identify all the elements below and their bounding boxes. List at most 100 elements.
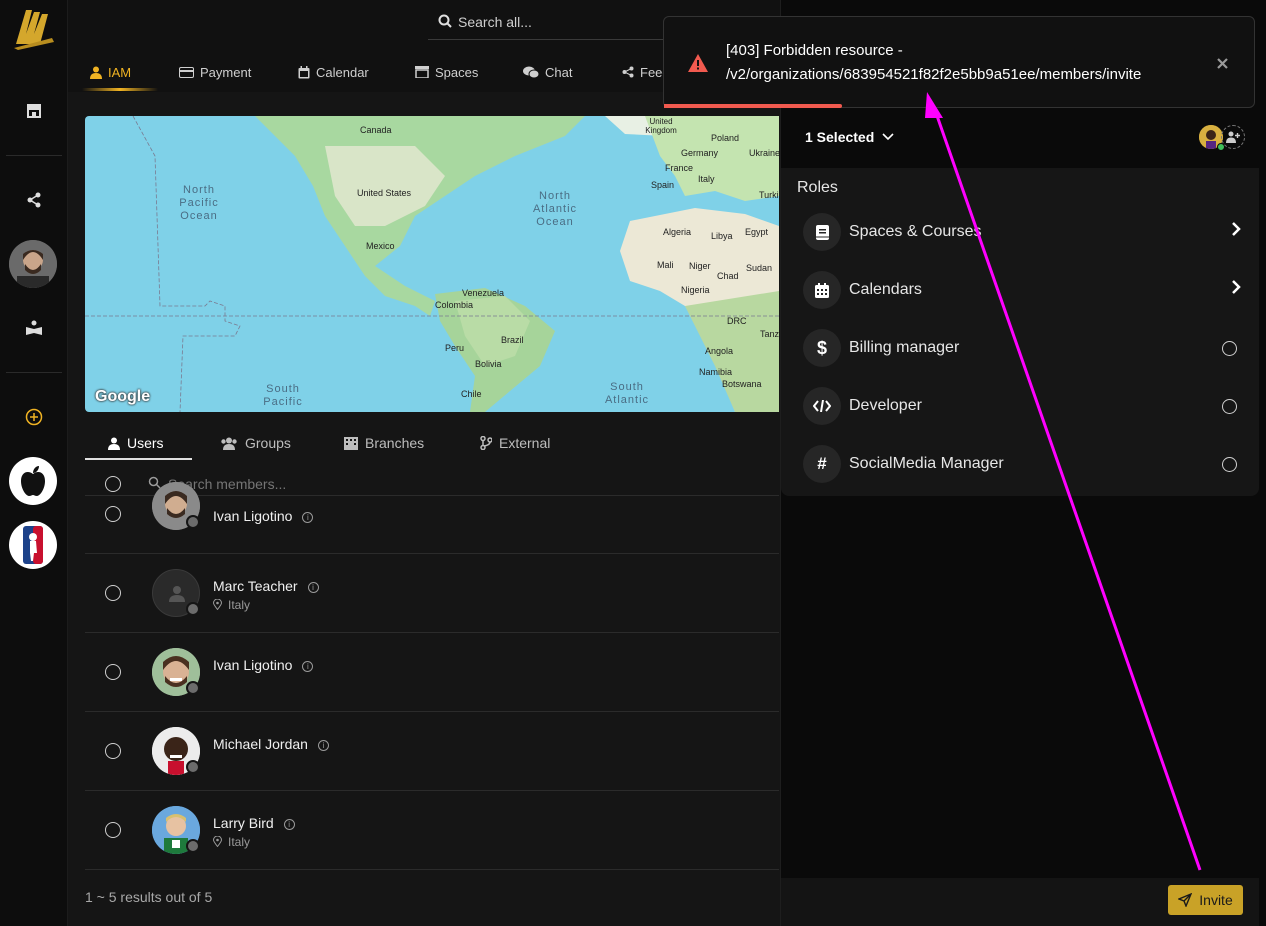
chevron-right-icon [1231,279,1241,300]
google-logo: Google [95,388,151,405]
user-icon [108,437,120,450]
table-row[interactable]: Marc Teacher i Italy [85,554,779,633]
selected-dropdown[interactable]: 1 Selected [805,129,894,145]
map-country-label: Colombia [435,300,474,310]
location-pin-icon [212,835,223,848]
toast-message-line1: [403] Forbidden resource - [726,42,903,59]
role-radio[interactable] [1222,399,1237,414]
tab-label: External [499,435,551,451]
tab-branches[interactable]: Branches [344,435,424,451]
role-label: Spaces & Courses [849,223,982,240]
role-radio[interactable] [1222,457,1237,472]
row-checkbox[interactable] [105,743,121,759]
learning-icon[interactable] [16,310,52,346]
role-developer[interactable]: Developer [803,387,1243,425]
tab-iam[interactable]: IAM [90,62,131,82]
map-country-label: Mexico [366,241,395,251]
calendar-icon [803,271,841,309]
status-indicator [186,681,200,695]
row-checkbox[interactable] [105,822,121,838]
member-name-row: Ivan Ligotino i [213,508,314,524]
tab-payment[interactable]: Payment [179,62,251,82]
table-row[interactable]: Ivan Ligotino i [85,482,779,554]
location-pin-icon [212,598,223,611]
tab-chat[interactable]: Chat [523,62,572,82]
app-logo[interactable] [12,4,56,50]
map-country-label: United Kingdom [645,117,677,135]
chevron-right-icon [1231,221,1241,242]
share-icon[interactable] [16,182,52,218]
apple-organization-icon[interactable] [9,457,57,505]
map-ocean-label: North Pacific Ocean [179,184,219,222]
toast-message-line2: /v2/organizations/683954521f82f2e5bb9a51… [726,66,1142,83]
add-organization-icon[interactable] [16,399,52,435]
map-country-label: France [665,163,694,173]
hashtag-icon: # [803,445,841,483]
role-label: Billing manager [849,339,960,356]
role-socialmedia-manager[interactable]: # SocialMedia Manager [803,445,1243,483]
role-billing-manager[interactable]: $ Billing manager [803,329,1243,367]
close-icon[interactable] [1217,56,1228,74]
info-icon[interactable]: i [302,512,314,523]
map-country-label: Tanz [760,329,779,339]
roles-title: Roles [797,179,838,196]
map-country-label: Angola [705,346,734,356]
chevron-down-icon [882,133,894,141]
error-toast: [403] Forbidden resource - /v2/organizat… [663,16,1255,108]
table-row[interactable]: Larry Bird i Italy [85,791,779,870]
role-radio[interactable] [1222,341,1237,356]
role-spaces-courses[interactable]: Spaces & Courses [803,213,1243,251]
code-icon [803,387,841,425]
map-country-label: Venezuela [462,288,505,298]
member-location: Italy [212,598,250,612]
warning-icon [688,54,708,77]
toast-progress-fill [664,104,842,108]
map-ocean-label: South Atlantic [604,381,650,406]
info-icon[interactable]: i [317,740,329,751]
invite-panel: 1 Selected Roles Spaces & Courses Calend… [780,0,1266,926]
world-map[interactable]: North Pacific Ocean North Atlantic Ocean… [85,116,779,412]
store-icon[interactable] [16,92,52,128]
tab-external[interactable]: External [480,435,550,451]
tab-groups[interactable]: Groups [220,435,291,451]
book-icon [803,213,841,251]
row-checkbox[interactable] [105,506,121,522]
tab-label: Branches [365,435,425,451]
map-country-label: Italy [698,174,715,184]
info-icon[interactable]: i [307,582,319,593]
row-checkbox[interactable] [105,664,121,680]
main-content: North Pacific Ocean North Atlantic Ocean… [68,92,780,926]
tab-label: IAM [108,64,132,80]
user-avatar[interactable] [9,240,57,288]
group-icon [221,437,237,450]
info-icon[interactable]: i [302,661,314,672]
map-country-label: Mali [657,260,674,270]
tab-active-indicator [82,88,158,91]
row-checkbox[interactable] [105,585,121,601]
table-row[interactable]: Ivan Ligotino i [85,633,779,712]
role-calendars[interactable]: Calendars [803,271,1243,309]
tab-label: Users [127,435,164,451]
nba-organization-icon[interactable] [9,521,57,569]
tab-calendar[interactable]: Calendar [298,62,369,82]
tab-label: Groups [245,435,291,451]
map-country-label: Libya [711,231,733,241]
tab-spaces[interactable]: Spaces [415,62,478,82]
search-members-input[interactable] [168,475,468,493]
member-name: Ivan Ligotino [213,657,293,673]
invite-button[interactable]: Invite [1168,885,1243,915]
tab-users[interactable]: Users [108,435,164,451]
search-icon [438,14,452,33]
member-name-row: Ivan Ligotino i [213,657,314,673]
info-icon[interactable]: i [283,819,295,830]
select-all-checkbox[interactable] [105,476,121,492]
map-country-label: Poland [711,133,740,143]
status-indicator [186,760,200,774]
map-country-label: DRC [727,316,747,326]
map-country-label: Peru [445,343,465,353]
map-country-label: Ukraine [749,148,779,158]
table-row[interactable]: Michael Jordan i [85,712,779,791]
map-country-label: Niger [689,261,711,271]
add-user-icon[interactable] [1221,125,1245,149]
member-name: Michael Jordan [213,736,308,752]
